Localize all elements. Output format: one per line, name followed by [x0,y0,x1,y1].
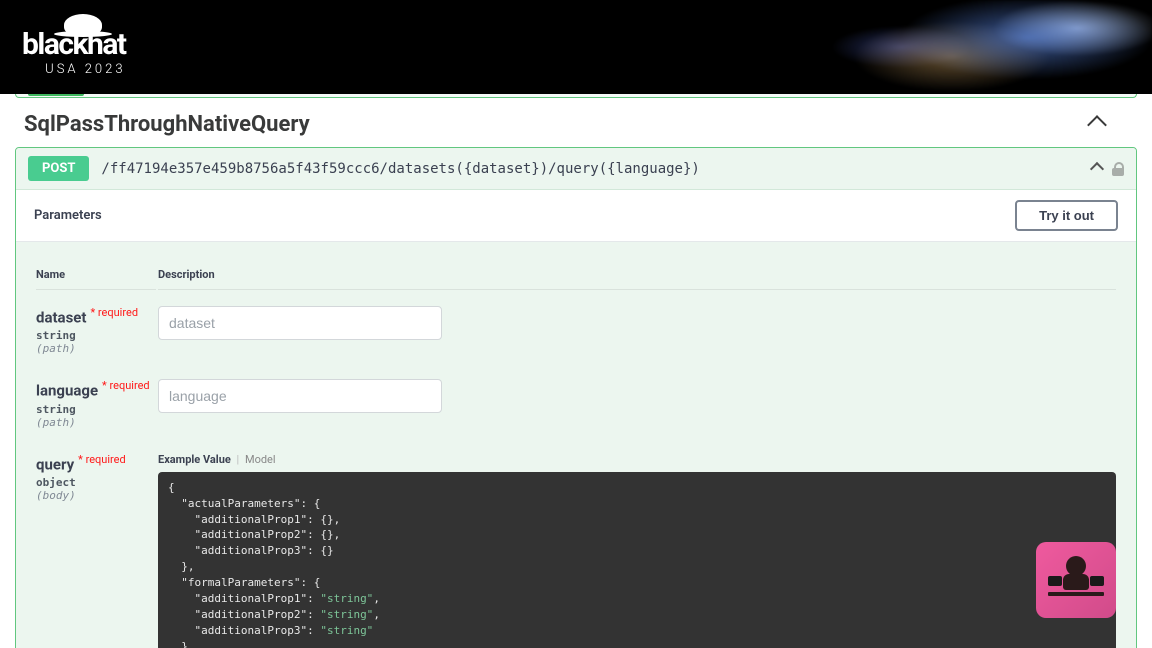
decorative-swirl [652,0,1152,94]
parameters-body: Name Description dataset * required stri… [16,242,1136,648]
brand-subtitle: USA 2023 [22,62,126,77]
method-badge: POST [28,156,89,181]
example-code-block[interactable]: { "actualParameters": { "additionalProp1… [158,472,1116,648]
example-tabs: Example Value | Model [158,453,1116,466]
required-marker: * required [78,453,126,466]
param-in: (path) [36,416,156,429]
required-marker: * required [102,379,150,392]
chevron-up-icon[interactable] [1090,161,1104,175]
main-content: SqlPassThroughNativeQuery POST /ff47194e… [0,94,1152,648]
parameters-bar: Parameters Try it out [16,190,1136,242]
screen-icon [1090,576,1104,586]
section-title: SqlPassThroughNativeQuery [24,112,310,137]
presenter-avatar [1036,542,1116,618]
param-row-query: query * required object (body) Example V… [36,439,1116,648]
param-type: string [36,403,156,416]
screen-icon [1048,576,1062,586]
tab-example-value[interactable]: Example Value [158,453,231,466]
operation-header[interactable]: POST /ff47194e357e459b8756a5f43f59ccc6/d… [16,148,1136,190]
header-banner: blackhat USA 2023 [0,0,1152,94]
param-name: language [36,382,98,400]
prev-method-badge-fragment [28,94,84,96]
param-type: string [36,329,156,342]
chevron-up-icon[interactable] [1087,115,1107,135]
try-it-out-button[interactable]: Try it out [1015,200,1118,231]
param-row-language: language * required string (path) [36,365,1116,436]
person-icon [1066,556,1086,576]
param-row-dataset: dataset * required string (path) [36,292,1116,363]
hat-icon [64,14,102,36]
param-type: object [36,476,156,489]
param-in: (path) [36,342,156,355]
lock-icon[interactable] [1112,162,1124,176]
operation-path: /ff47194e357e459b8756a5f43f59ccc6/datase… [101,161,1092,177]
required-marker: * required [90,306,138,319]
param-name: dataset [36,308,86,326]
column-description: Description [158,260,1116,290]
operation-block: POST /ff47194e357e459b8756a5f43f59ccc6/d… [15,147,1137,648]
param-name: query [36,455,74,473]
parameters-label: Parameters [34,208,102,223]
brand-logo: blackhat USA 2023 [22,14,126,77]
section-header[interactable]: SqlPassThroughNativeQuery [0,98,1152,147]
language-input[interactable] [158,379,442,413]
tab-model[interactable]: Model [245,453,276,466]
dataset-input[interactable] [158,306,442,340]
param-in: (body) [36,489,156,502]
column-name: Name [36,260,156,290]
